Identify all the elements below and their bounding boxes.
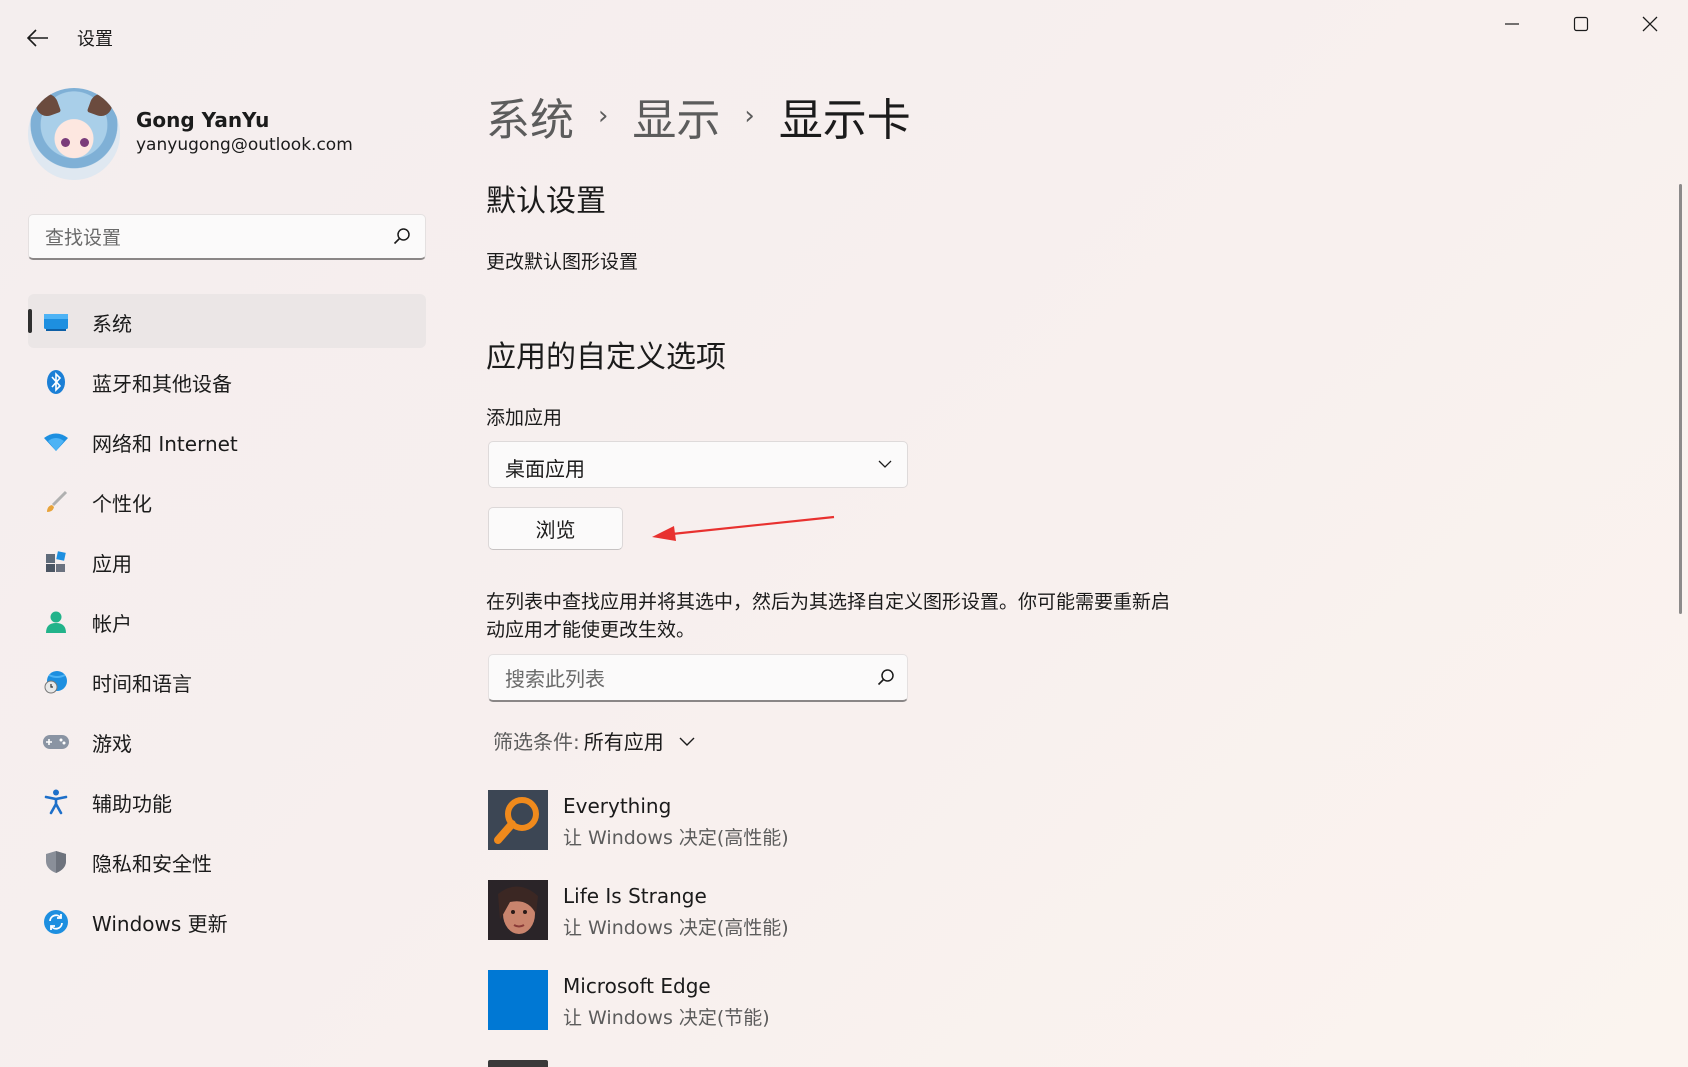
main-scrollbar[interactable] (1679, 184, 1682, 614)
sidebar-item-label: 游戏 (92, 732, 132, 756)
apps-icon (42, 548, 70, 576)
close-button[interactable] (1616, 0, 1684, 48)
avatar-horn-right (86, 90, 116, 120)
sidebar-item-label: 网络和 Internet (92, 432, 238, 456)
app-list-description: 在列表中查找应用并将其选中，然后为其选择自定义图形设置。你可能需要重新启动应用才… (486, 591, 1171, 641)
app-type-dropdown[interactable]: 桌面应用 (488, 441, 908, 488)
back-arrow-icon (27, 29, 48, 47)
sidebar-item-system[interactable]: 系统 (28, 294, 426, 348)
edge-app-icon (488, 970, 548, 1030)
add-app-label: 添加应用 (486, 407, 563, 429)
app-list-item-life-is-strange[interactable]: Life Is Strange 让 Windows 决定(高性能) (488, 880, 1088, 942)
sidebar-item-label: 蓝牙和其他设备 (92, 372, 232, 396)
sidebar-item-label: 系统 (92, 312, 132, 336)
app-name: Everything (563, 794, 672, 818)
avatar-eye-right (80, 138, 89, 147)
sidebar-nav: 系统 蓝牙和其他设备 网络和 Internet 个性化 应用 帐户 时间和语言 … (28, 294, 426, 954)
chevron-down-icon (678, 732, 696, 750)
minimize-button[interactable] (1478, 0, 1546, 48)
sidebar-item-accessibility[interactable]: 辅助功能 (28, 774, 426, 828)
app-name: Microsoft Edge (563, 974, 711, 998)
app-list-item-microsoft-edge[interactable]: Microsoft Edge 让 Windows 决定(节能) (488, 970, 1088, 1032)
sidebar-item-windows-update[interactable]: Windows 更新 (28, 894, 426, 948)
sidebar-item-gaming[interactable]: 游戏 (28, 714, 426, 768)
maximize-button[interactable] (1547, 0, 1615, 48)
sidebar-item-bluetooth[interactable]: 蓝牙和其他设备 (28, 354, 426, 408)
filter-dropdown[interactable]: 筛选条件: 所有应用 (493, 726, 696, 755)
breadcrumb-display[interactable]: 显示 (632, 84, 720, 148)
chevron-down-icon (877, 456, 893, 476)
change-default-graphics-link[interactable]: 更改默认图形设置 (486, 247, 638, 274)
app-list-search-box[interactable] (488, 654, 908, 702)
life-is-strange-app-icon (488, 880, 548, 940)
shield-icon (42, 848, 70, 876)
search-icon[interactable] (877, 668, 895, 690)
sidebar-item-privacy[interactable]: 隐私和安全性 (28, 834, 426, 888)
sidebar-item-personalization[interactable]: 个性化 (28, 474, 426, 528)
filter-value: 所有应用 (583, 730, 664, 754)
sidebar-item-network[interactable]: 网络和 Internet (28, 414, 426, 468)
search-icon[interactable] (393, 227, 411, 249)
sidebar-item-label: 辅助功能 (92, 792, 172, 816)
app-list-search-input[interactable] (503, 664, 867, 694)
profile-email: yanyugong@outlook.com (136, 135, 353, 155)
profile-name: Gong YanYu (136, 108, 270, 132)
wifi-icon (42, 428, 70, 456)
update-icon (42, 908, 70, 936)
app-gpu-preference: 让 Windows 决定(高性能) (563, 827, 789, 849)
app-type-selected: 桌面应用 (505, 457, 585, 481)
avatar-eye-left (61, 138, 70, 147)
sidebar-item-label: Windows 更新 (92, 912, 228, 936)
avatar (28, 88, 120, 180)
gamepad-icon (42, 728, 70, 756)
breadcrumb-system[interactable]: 系统 (486, 84, 574, 148)
app-gpu-preference: 让 Windows 决定(高性能) (563, 917, 789, 939)
maximize-icon (1573, 16, 1589, 32)
default-settings-heading: 默认设置 (486, 184, 606, 219)
settings-window: 设置 Gong YanYu yanyugong@outlook.com 查找设置… (0, 0, 1688, 1067)
chevron-right-icon: › (598, 101, 609, 131)
bluetooth-icon (42, 368, 70, 396)
sidebar-item-label: 隐私和安全性 (92, 852, 212, 876)
next-app-icon-partial (488, 1060, 548, 1067)
browse-button[interactable]: 浏览 (488, 507, 623, 550)
window-title: 设置 (77, 29, 113, 50)
custom-options-heading: 应用的自定义选项 (486, 340, 726, 375)
close-icon (1642, 16, 1658, 32)
sidebar-item-label: 应用 (92, 552, 132, 576)
app-list-item-everything[interactable]: Everything 让 Windows 决定(高性能) (488, 790, 1088, 852)
title-bar: 设置 (0, 0, 1688, 72)
filter-label: 筛选条件: (493, 730, 580, 754)
settings-search-box[interactable] (28, 214, 426, 260)
annotation-arrow-icon (652, 515, 835, 541)
app-gpu-preference: 让 Windows 决定(节能) (563, 1007, 770, 1029)
sidebar-item-label: 时间和语言 (92, 672, 192, 696)
breadcrumb-graphics: 显示卡 (778, 95, 911, 146)
globe-clock-icon (42, 668, 70, 696)
breadcrumb: 系统 › 显示 › 显示卡 (486, 84, 911, 148)
sidebar-item-accounts[interactable]: 帐户 (28, 594, 426, 648)
avatar-horn-left (32, 90, 62, 120)
everything-app-icon (488, 790, 548, 850)
back-button[interactable] (20, 20, 56, 56)
monitor-icon (42, 308, 70, 336)
account-icon (42, 608, 70, 636)
sidebar-item-label: 个性化 (92, 492, 152, 516)
sidebar-item-time-language[interactable]: 时间和语言 (28, 654, 426, 708)
sidebar-item-apps[interactable]: 应用 (28, 534, 426, 588)
chevron-right-icon: › (744, 101, 755, 131)
app-name: Life Is Strange (563, 884, 707, 908)
sidebar-item-label: 帐户 (92, 612, 132, 636)
settings-search-input[interactable] (43, 223, 387, 253)
brush-icon (42, 488, 70, 516)
accessibility-icon (42, 788, 70, 816)
user-profile[interactable]: Gong YanYu yanyugong@outlook.com (28, 88, 428, 180)
minimize-icon (1505, 23, 1519, 25)
